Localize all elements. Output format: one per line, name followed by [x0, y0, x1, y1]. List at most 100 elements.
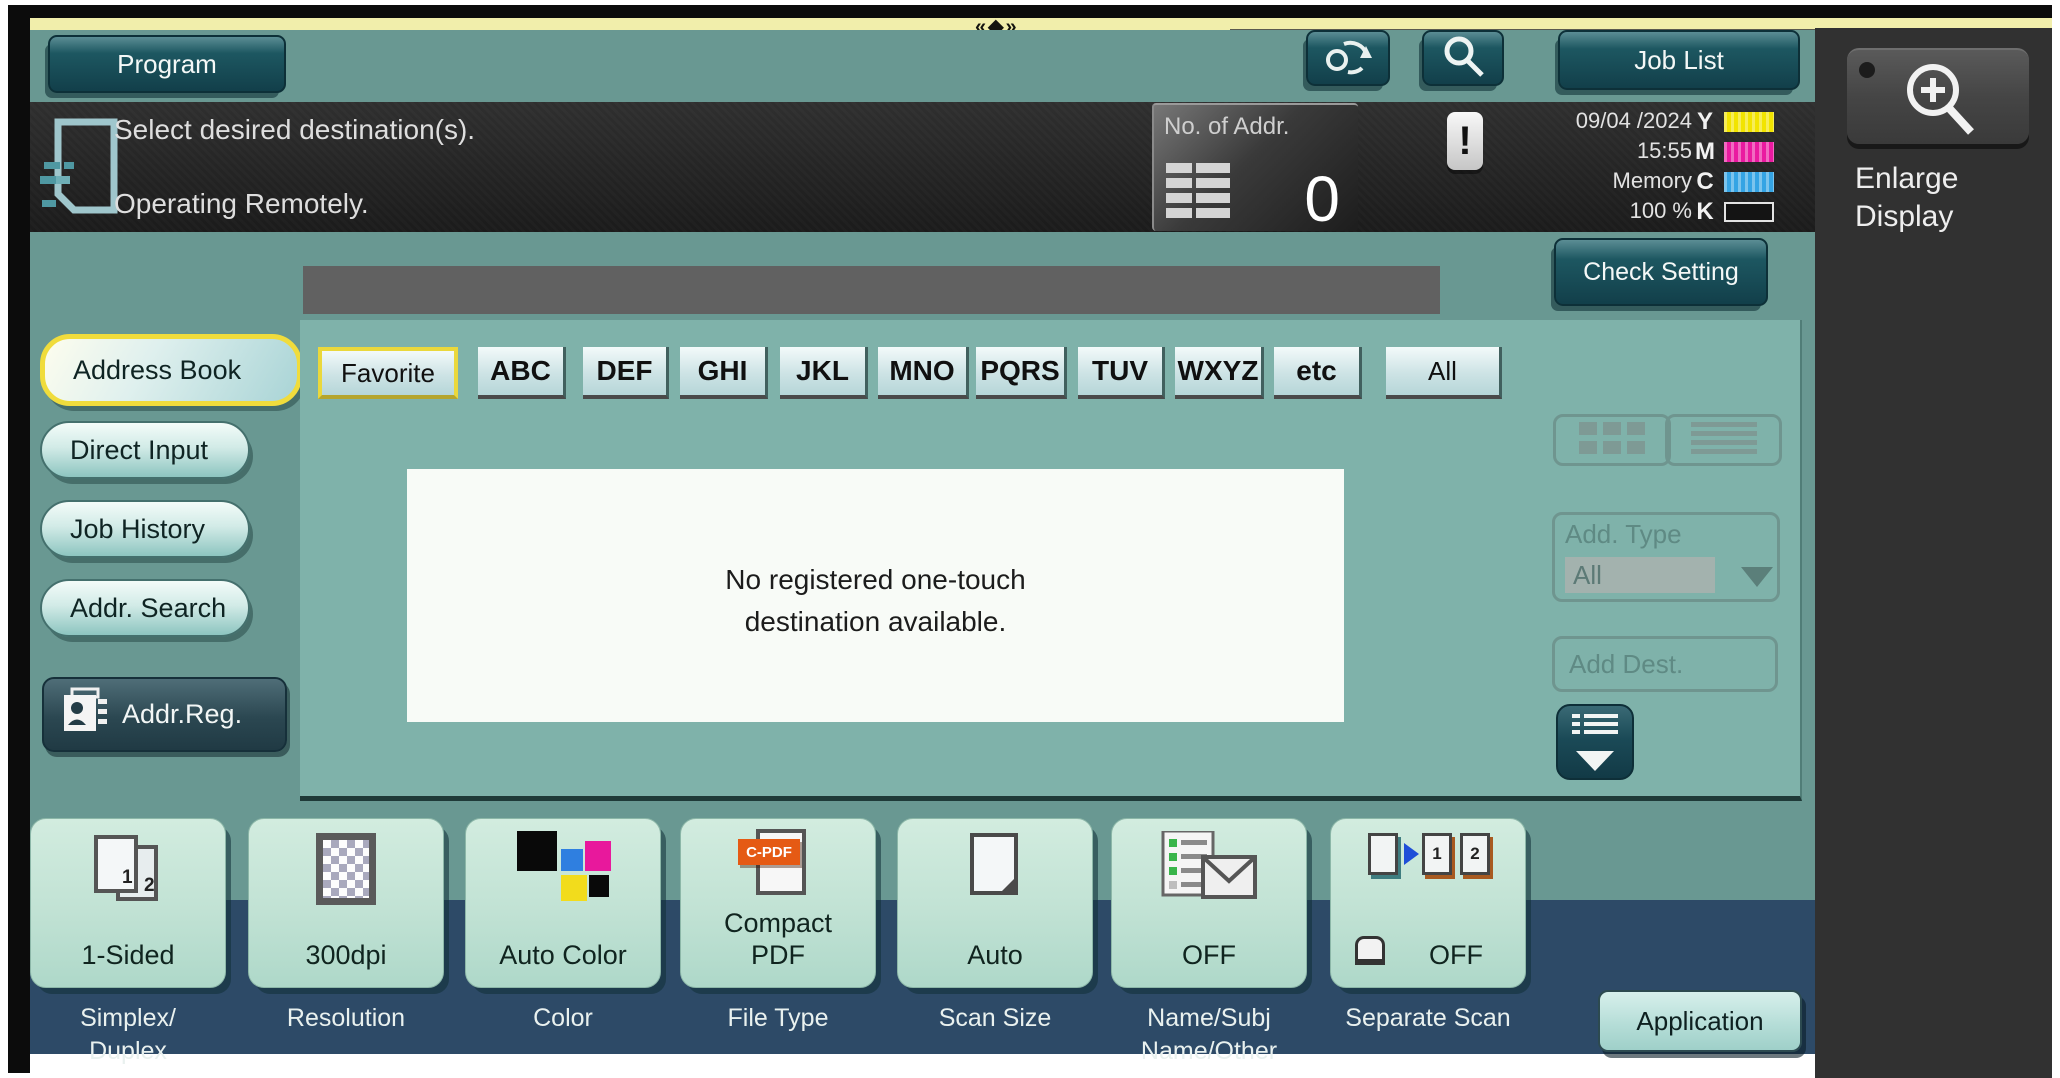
index-tab-abc-label: ABC — [490, 355, 551, 387]
file-type-value-line2: PDF — [681, 939, 875, 971]
view-toggle — [1553, 414, 1782, 466]
user-switch-button[interactable] — [1306, 30, 1390, 86]
tab-addr-search-label: Addr. Search — [70, 593, 226, 624]
index-tab-mno[interactable]: MNO — [878, 347, 969, 399]
program-button-label: Program — [117, 49, 217, 80]
tab-address-book-label: Address Book — [73, 355, 241, 386]
index-tab-favorite[interactable]: Favorite — [318, 347, 458, 399]
name-subject-value: OFF — [1112, 939, 1306, 971]
tab-direct-input[interactable]: Direct Input — [40, 421, 250, 479]
empty-message-line1: No registered one-touch — [407, 564, 1344, 596]
addr-reg-label: Addr.Reg. — [122, 699, 242, 730]
color-label: Color — [465, 1002, 661, 1035]
add-destination-button[interactable]: Add Dest. — [1552, 636, 1778, 692]
toner-letter-y: Y — [1692, 108, 1718, 136]
enlarge-display-button[interactable] — [1847, 48, 2029, 144]
led-dot — [1859, 62, 1875, 78]
address-count-label: No. of Addr. — [1164, 113, 1289, 141]
index-tab-def[interactable]: DEF — [583, 347, 669, 399]
tab-address-book[interactable]: Address Book — [40, 334, 302, 406]
toner-bar-magenta — [1724, 142, 1774, 162]
mfp-touch-panel: «◆» Program — [0, 0, 2060, 1078]
enlarge-display-label-line1: Enlarge — [1855, 160, 2025, 198]
resolution-label: Resolution — [248, 1002, 444, 1035]
address-type-filter[interactable]: Add. Type All — [1552, 512, 1780, 602]
memory-value: 100 % — [1462, 196, 1692, 226]
machine-status-block: 09/04 /2024 15:55 Memory 100 % — [1462, 106, 1692, 226]
scan-size-value: Auto — [898, 939, 1092, 971]
enlarge-display-label-line2: Display — [1855, 198, 2025, 236]
status-message-line2: Operating Remotely. — [114, 188, 369, 220]
grid-view-button[interactable] — [1553, 414, 1671, 466]
separate-scan-value: OFF — [1331, 939, 1553, 971]
index-tab-tuv[interactable]: TUV — [1078, 347, 1165, 399]
application-button[interactable]: Application — [1598, 990, 1802, 1052]
simplex-duplex-label: Simplex/ Duplex — [30, 1002, 226, 1068]
program-button[interactable]: Program — [48, 35, 286, 93]
side-panel: Enlarge Display — [1815, 28, 2052, 1078]
job-list-button[interactable]: Job List — [1558, 30, 1800, 90]
tab-job-history[interactable]: Job History — [40, 500, 250, 558]
separate-scan-button[interactable]: 1 2 OFF — [1330, 818, 1526, 988]
index-tab-all[interactable]: All — [1386, 347, 1502, 399]
job-list-button-label: Job List — [1634, 45, 1724, 76]
tab-direct-input-label: Direct Input — [70, 435, 208, 466]
toner-row-black: K — [1692, 198, 1774, 226]
toner-letter-k: K — [1692, 198, 1718, 226]
index-tab-wxyz[interactable]: WXYZ — [1175, 347, 1264, 399]
frame-left-border — [8, 5, 30, 1073]
list-lines-icon — [1572, 714, 1618, 745]
index-tab-all-label: All — [1428, 356, 1457, 387]
index-tab-pqrs[interactable]: PQRS — [976, 347, 1067, 399]
list-view-icon — [1691, 422, 1757, 459]
search-button[interactable] — [1422, 30, 1504, 86]
empty-message-line2: destination available. — [407, 606, 1344, 638]
status-bar: Select desired destination(s). Operating… — [30, 102, 1815, 232]
check-setting-button[interactable]: Check Setting — [1554, 238, 1768, 306]
index-tab-wxyz-label: WXYZ — [1178, 355, 1259, 387]
name-subject-button[interactable]: OFF — [1111, 818, 1307, 988]
resolution-button[interactable]: 300dpi — [248, 818, 444, 988]
simplex-pages-icon: 2 1 — [82, 835, 174, 911]
separate-scan-label: Separate Scan — [1320, 1002, 1536, 1035]
chevron-down-icon — [1741, 567, 1773, 587]
toner-row-cyan: C — [1692, 168, 1774, 196]
index-tab-def-label: DEF — [597, 355, 653, 387]
separate-scan-icon: 1 2 — [1368, 833, 1488, 883]
destination-list-area: No registered one-touch destination avai… — [407, 469, 1344, 722]
index-tab-favorite-label: Favorite — [341, 358, 435, 389]
index-tab-ghi[interactable]: GHI — [680, 347, 768, 399]
address-count-value: 0 — [1304, 167, 1340, 231]
arrow-down-icon — [1576, 751, 1614, 771]
scan-size-label: Scan Size — [897, 1002, 1093, 1035]
magnifier-plus-icon — [1897, 58, 1987, 145]
scan-size-button[interactable]: Auto — [897, 818, 1093, 988]
name-subject-label: Name/Subj Name/Other — [1111, 1002, 1307, 1068]
color-squares-icon — [515, 831, 611, 907]
frame-top-border — [8, 5, 2052, 18]
scroll-down-button[interactable] — [1556, 704, 1634, 780]
status-time: 15:55 — [1462, 136, 1692, 166]
simplex-duplex-button[interactable]: 2 1 1-Sided — [30, 818, 226, 988]
toner-bar-black — [1724, 202, 1774, 222]
index-tab-tuv-label: TUV — [1092, 355, 1148, 387]
index-tab-etc-label: etc — [1296, 355, 1336, 387]
search-icon — [1440, 33, 1486, 84]
tab-addr-search[interactable]: Addr. Search — [40, 579, 250, 637]
file-type-button[interactable]: C-PDF Compact PDF — [680, 818, 876, 988]
color-button[interactable]: Auto Color — [465, 818, 661, 988]
index-tab-abc[interactable]: ABC — [478, 347, 566, 399]
resolution-value: 300dpi — [249, 939, 443, 971]
addr-reg-button[interactable]: Addr.Reg. — [42, 677, 287, 752]
toner-row-magenta: M — [1692, 138, 1774, 166]
status-message-line1: Select desired destination(s). — [114, 114, 475, 146]
address-list-icon — [1166, 163, 1232, 221]
simplex-duplex-value: 1-Sided — [31, 939, 225, 971]
list-view-button[interactable] — [1665, 414, 1782, 466]
index-tab-etc[interactable]: etc — [1274, 347, 1362, 399]
address-type-value: All — [1565, 557, 1715, 593]
grid-view-icon — [1579, 422, 1645, 459]
scan-document-icon — [40, 114, 120, 223]
compact-pdf-icon: C-PDF — [738, 829, 818, 901]
index-tab-jkl[interactable]: JKL — [780, 347, 868, 399]
